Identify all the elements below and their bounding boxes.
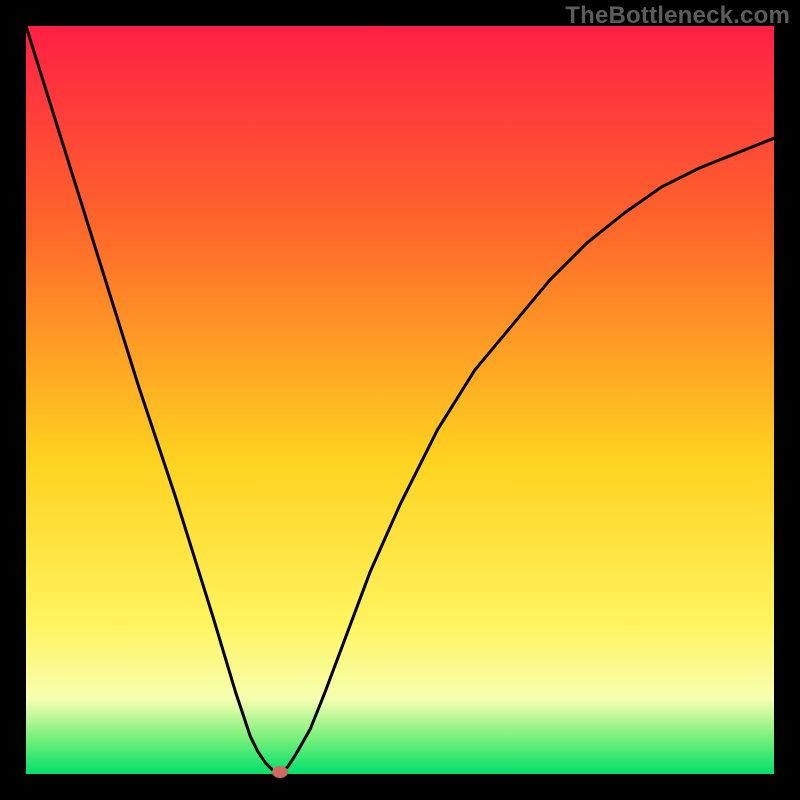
chart-frame: TheBottleneck.com [0, 0, 800, 800]
bottleneck-chart [26, 26, 774, 774]
gradient-background [26, 26, 774, 774]
watermark-text: TheBottleneck.com [565, 2, 790, 30]
minimum-point-marker [272, 766, 288, 778]
